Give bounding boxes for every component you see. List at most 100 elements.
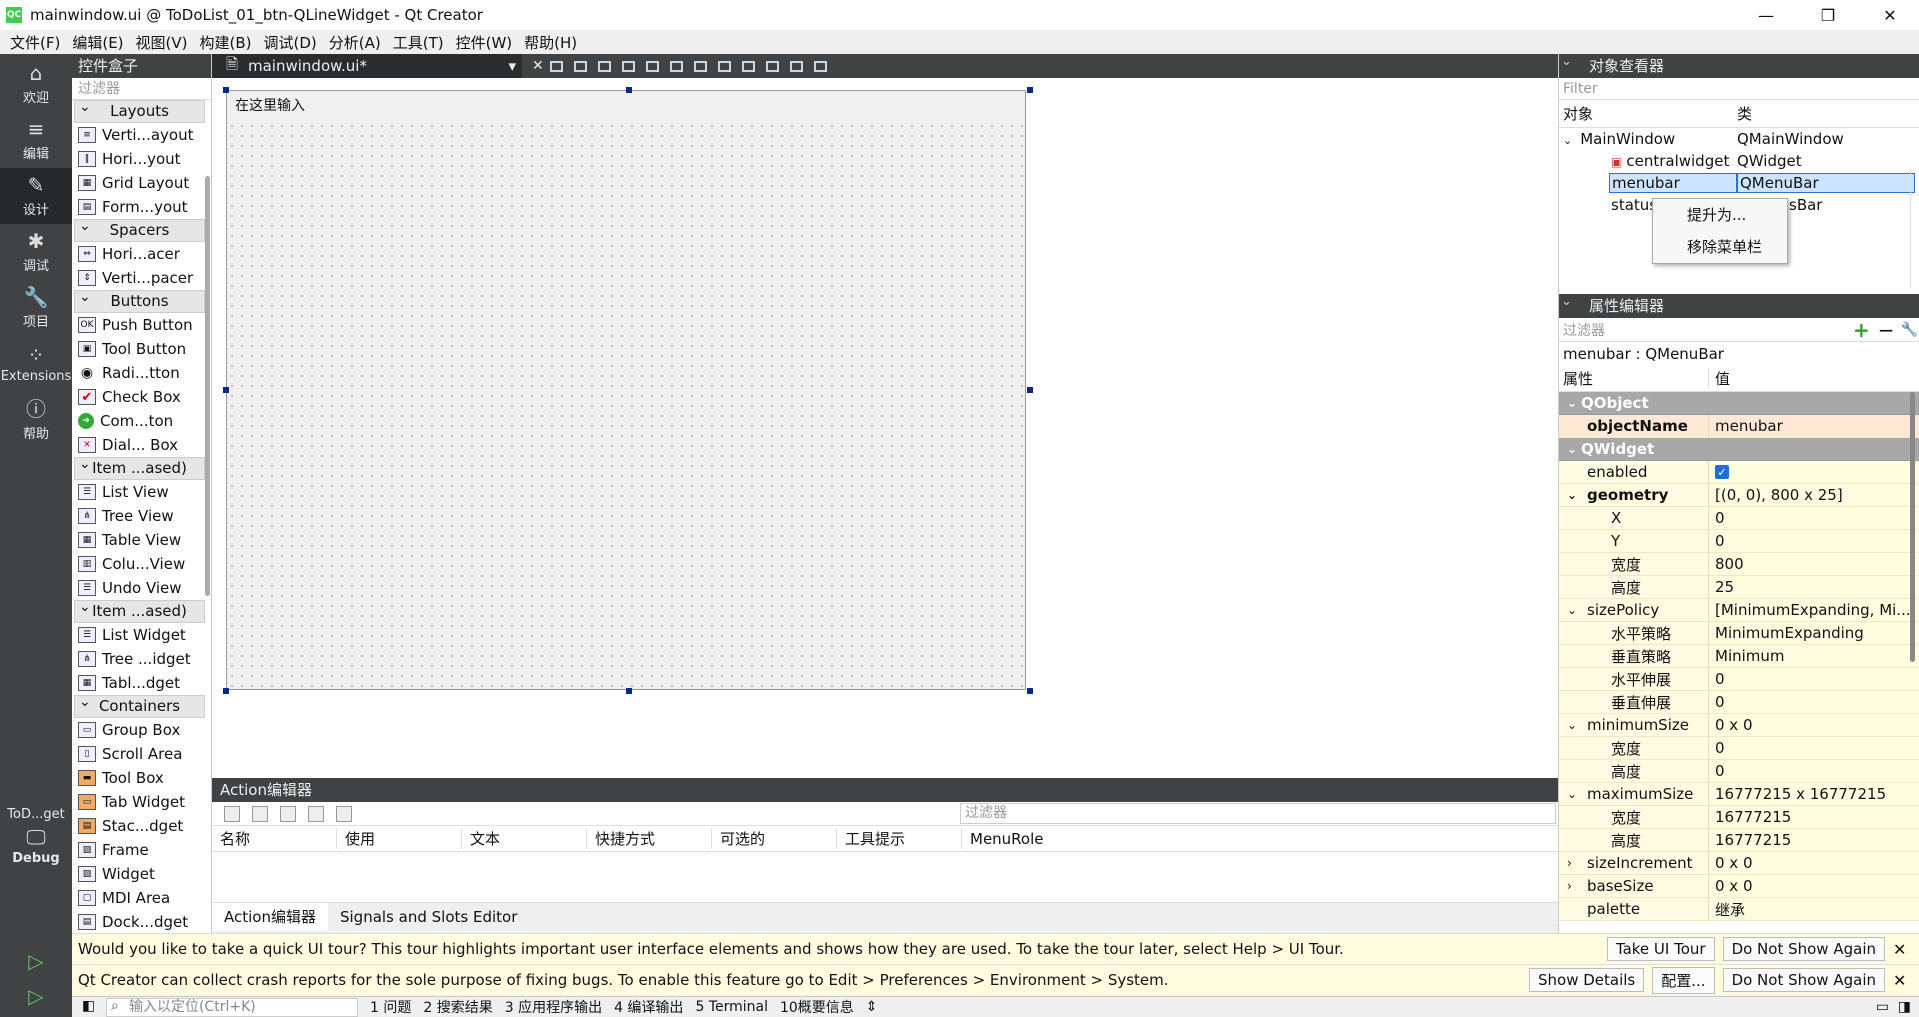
tree-row-centralwidget[interactable]: ▣ centralwidget QWidget xyxy=(1559,150,1919,172)
category-item-views[interactable]: Item ...ased) xyxy=(74,454,205,480)
widget-item[interactable]: ▦ Grid Layout xyxy=(74,171,211,195)
property-row[interactable]: › baseSize 0 x 0 xyxy=(1559,875,1919,898)
col-name[interactable]: 名称 xyxy=(212,828,337,849)
expand-arrow-icon[interactable]: ⌄ xyxy=(1567,603,1577,617)
widget-item[interactable]: ⇕ Verti...pacer xyxy=(74,266,211,290)
widget-item[interactable]: OK Push Button xyxy=(74,313,211,337)
widget-item[interactable]: ▨ Widget xyxy=(74,862,211,886)
run-button[interactable]: ▷ xyxy=(0,944,72,980)
output-tab-issues[interactable]: 1 问题 xyxy=(370,997,411,1017)
kit-selector[interactable]: ToD...get 🖵 Debug xyxy=(0,796,72,876)
widget-box-filter[interactable]: 过滤器 xyxy=(72,78,211,100)
widget-item[interactable]: ≡ Verti...ayout xyxy=(74,123,211,147)
tab-action-editor[interactable]: Action编辑器 xyxy=(212,902,328,931)
layout-form-tool[interactable] xyxy=(738,58,760,74)
menu-type-here[interactable]: 在这里输入 xyxy=(235,95,305,115)
expand-arrow-icon[interactable]: › xyxy=(1567,856,1572,870)
mode-welcome[interactable]: ⌂ 欢迎 xyxy=(0,56,72,112)
property-row[interactable]: palette 继承 xyxy=(1559,898,1919,921)
widget-item[interactable]: ▭ Group Box xyxy=(74,718,211,742)
property-row[interactable]: 水平伸展 0 xyxy=(1559,668,1919,691)
close-window-icon[interactable]: ✕ xyxy=(1861,0,1919,30)
chevron-updown-icon[interactable]: ⇕ xyxy=(866,999,878,1015)
expand-arrow-icon[interactable]: ⌄ xyxy=(1567,718,1577,732)
col-object[interactable]: 对象 xyxy=(1559,103,1737,124)
col-text[interactable]: 文本 xyxy=(462,828,587,849)
mode-edit[interactable]: ≡ 编辑 xyxy=(0,112,72,168)
col-property[interactable]: 属性 xyxy=(1559,368,1709,389)
edit-buddies-tool[interactable] xyxy=(594,58,616,74)
menu-debug[interactable]: 调试(D) xyxy=(258,32,323,53)
widget-item[interactable]: ▤ Form...yout xyxy=(74,195,211,219)
category-layouts[interactable]: Layouts xyxy=(74,97,205,123)
expand-arrow-icon[interactable]: ⌄ xyxy=(1567,396,1577,410)
show-details-button[interactable]: Show Details xyxy=(1529,968,1645,992)
mode-projects[interactable]: 🔧 项目 xyxy=(0,280,72,336)
widget-item[interactable]: ▦ Table View xyxy=(74,528,211,552)
close-icon[interactable]: ✕ xyxy=(1893,940,1913,959)
property-row[interactable]: Y0 xyxy=(1559,530,1919,553)
category-spacers[interactable]: Spacers xyxy=(74,216,205,242)
category-item-widgets[interactable]: Item ...ased) xyxy=(74,597,205,623)
widget-item[interactable]: ☰ Undo View xyxy=(74,576,211,600)
property-row[interactable]: 宽度 0 xyxy=(1559,737,1919,760)
widget-item[interactable]: ◉ Radi...tton xyxy=(74,361,211,385)
col-menurole[interactable]: MenuRole xyxy=(962,830,1087,848)
menu-help[interactable]: 帮助(H) xyxy=(518,32,583,53)
object-filter-input[interactable]: Filter xyxy=(1559,78,1919,100)
menu-tools[interactable]: 工具(T) xyxy=(387,32,450,53)
property-row[interactable]: 高度 25 xyxy=(1559,576,1919,599)
category-buttons[interactable]: Buttons xyxy=(74,287,205,313)
widget-box-scrollbar[interactable] xyxy=(205,176,210,596)
tab-signals-slots[interactable]: Signals and Slots Editor xyxy=(328,903,529,931)
enabled-checkbox[interactable]: ✓ xyxy=(1715,465,1729,479)
menu-promote-to[interactable]: 提升为... xyxy=(1653,199,1787,231)
output-tab-compile[interactable]: 4 编译输出 xyxy=(614,997,683,1017)
widget-item[interactable]: ▨ Frame xyxy=(74,838,211,862)
mode-help[interactable]: ⓘ 帮助 xyxy=(0,392,72,448)
property-row[interactable]: X0 xyxy=(1559,507,1919,530)
widget-item[interactable]: ☰ List Widget xyxy=(74,623,211,647)
col-class[interactable]: 类 xyxy=(1737,103,1752,124)
do-not-show-again-button[interactable]: Do Not Show Again xyxy=(1722,968,1885,992)
chevron-down-icon[interactable]: ▾ xyxy=(508,57,516,75)
minimize-icon[interactable]: — xyxy=(1737,0,1795,30)
main-window-form[interactable]: 在这里输入 xyxy=(226,90,1026,690)
widget-item[interactable]: ▯ Scroll Area xyxy=(74,742,211,766)
widget-item[interactable]: ⇔ Hori...acer xyxy=(74,242,211,266)
form-editor-canvas[interactable]: 在这里输入 xyxy=(212,78,1558,778)
property-row[interactable]: 宽度 16777215 xyxy=(1559,806,1919,829)
col-value[interactable]: 值 xyxy=(1709,368,1730,389)
widget-item[interactable]: ▭ Tab Widget xyxy=(74,790,211,814)
toggle-sidebar-icon[interactable]: ◧ xyxy=(82,998,95,1014)
property-row[interactable]: ⌄ sizePolicy [MinimumExpanding, Mi... xyxy=(1559,599,1919,622)
mode-extensions[interactable]: ⁘ Extensions xyxy=(0,336,72,392)
file-tab-mainwindow[interactable]: 🗎 mainwindow.ui* ▾ xyxy=(212,54,522,78)
property-row[interactable]: 垂直伸展 0 xyxy=(1559,691,1919,714)
output-tab-terminal[interactable]: 5 Terminal xyxy=(695,999,768,1015)
widget-item[interactable]: ▢ MDI Area xyxy=(74,886,211,910)
property-row[interactable]: enabled ✓ xyxy=(1559,461,1919,484)
resize-handle[interactable] xyxy=(223,387,229,393)
layout-horizontal-tool[interactable] xyxy=(642,58,664,74)
property-editor-scrollbar[interactable] xyxy=(1910,392,1915,662)
resize-handle[interactable] xyxy=(626,87,632,93)
property-row[interactable]: objectName menubar xyxy=(1559,415,1919,438)
wrench-icon[interactable]: 🔧 xyxy=(1901,322,1918,338)
expand-arrow-icon[interactable]: ⌄ xyxy=(1567,787,1577,801)
resize-handle[interactable] xyxy=(1027,387,1033,393)
widget-item[interactable]: ☰ List View xyxy=(74,480,211,504)
layout-splitter-h-tool[interactable] xyxy=(690,58,712,74)
output-tab-app-output[interactable]: 3 应用程序输出 xyxy=(505,997,602,1017)
col-tooltip[interactable]: 工具提示 xyxy=(837,828,962,849)
layout-splitter-v-tool[interactable] xyxy=(714,58,736,74)
widget-item[interactable]: ▤ Stac...dget xyxy=(74,814,211,838)
configure-action-icon[interactable] xyxy=(336,805,352,822)
object-inspector-scrollbar[interactable] xyxy=(1910,168,1916,288)
widget-item[interactable]: ➜ Com...ton xyxy=(74,409,211,433)
expand-arrow-icon[interactable]: ⌄ xyxy=(1567,488,1577,502)
break-layout-tool[interactable] xyxy=(786,58,808,74)
resize-handle[interactable] xyxy=(223,688,229,694)
do-not-show-again-button[interactable]: Do Not Show Again xyxy=(1722,937,1885,961)
menu-edit[interactable]: 编辑(E) xyxy=(66,32,129,53)
